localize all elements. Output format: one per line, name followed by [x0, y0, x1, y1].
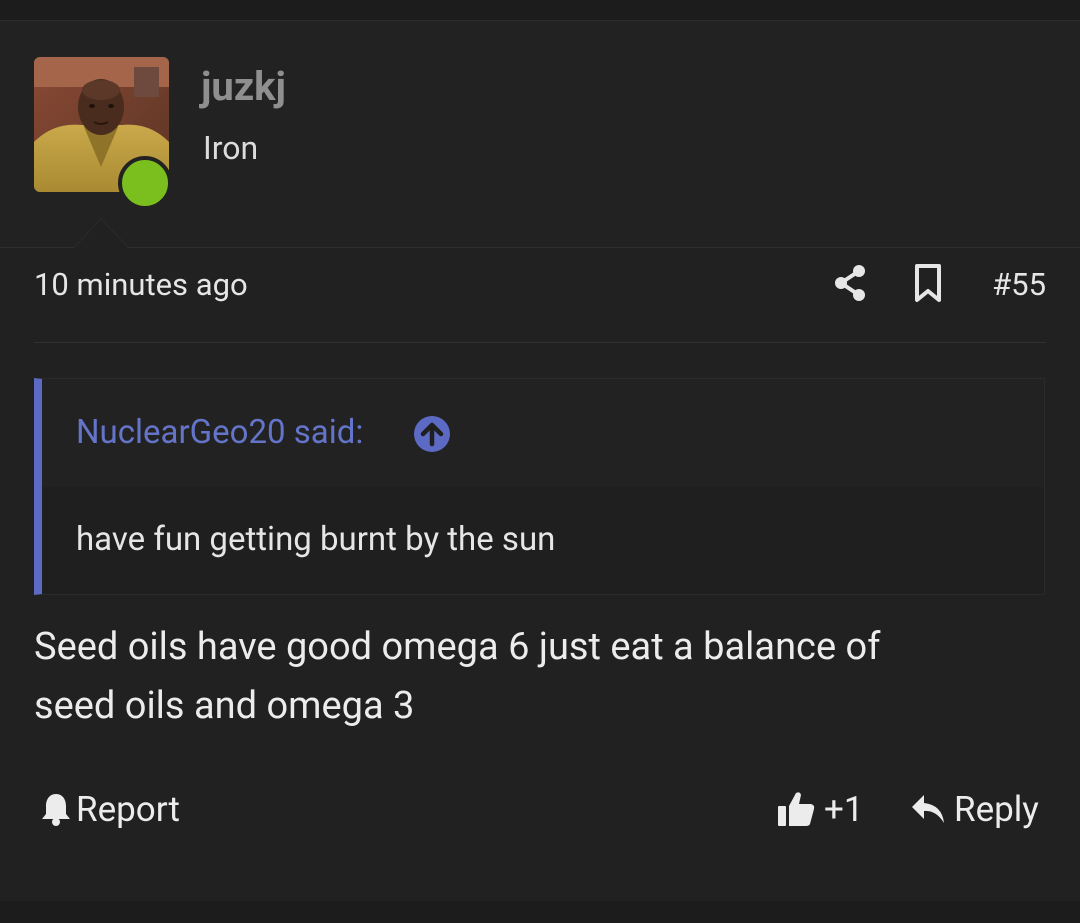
bookmark-button[interactable] — [911, 262, 945, 304]
quote-block: NuclearGeo20 said: have fun getting burn… — [34, 378, 1045, 595]
user-block: juzkj Iron — [0, 21, 1080, 247]
user-caret-pointer — [73, 218, 129, 248]
user-divider — [0, 247, 1080, 248]
username[interactable]: juzkj — [201, 63, 286, 110]
bottom-strip — [0, 901, 1080, 923]
post-number-link[interactable]: #55 — [992, 266, 1046, 303]
post-message: Seed oils have good omega 6 just eat a b… — [34, 618, 1034, 736]
post-timestamp[interactable]: 10 minutes ago — [34, 266, 248, 303]
report-button[interactable]: Report — [40, 787, 180, 831]
online-status-dot — [118, 156, 172, 210]
reply-arrow-icon — [912, 795, 944, 823]
quote-text: have fun getting burnt by the sun — [76, 520, 556, 559]
bell-icon — [42, 794, 70, 826]
quote-author[interactable]: NuclearGeo20 said: — [76, 413, 363, 452]
reply-button[interactable]: Reply — [910, 787, 1039, 831]
share-button[interactable] — [832, 262, 868, 304]
thumbs-up-icon — [778, 792, 815, 826]
like-button[interactable]: +1 — [776, 787, 864, 831]
quote-header: NuclearGeo20 said: — [42, 379, 1044, 487]
top-strip — [0, 0, 1080, 20]
bookmark-icon — [915, 264, 941, 302]
message-line: Seed oils have good omega 6 just eat a b… — [34, 625, 881, 669]
report-label: Report — [76, 788, 180, 830]
meta-divider — [34, 342, 1046, 343]
reply-label: Reply — [954, 788, 1039, 830]
like-count: +1 — [824, 788, 864, 830]
arrow-up-circle-icon[interactable] — [414, 416, 450, 452]
message-line: seed oils and omega 3 — [34, 684, 415, 728]
share-icon — [835, 265, 865, 301]
post-actions: Report +1 Reply — [34, 783, 1046, 833]
user-title: Iron — [203, 129, 259, 167]
post-meta-row: 10 minutes ago #55 — [34, 262, 1046, 306]
